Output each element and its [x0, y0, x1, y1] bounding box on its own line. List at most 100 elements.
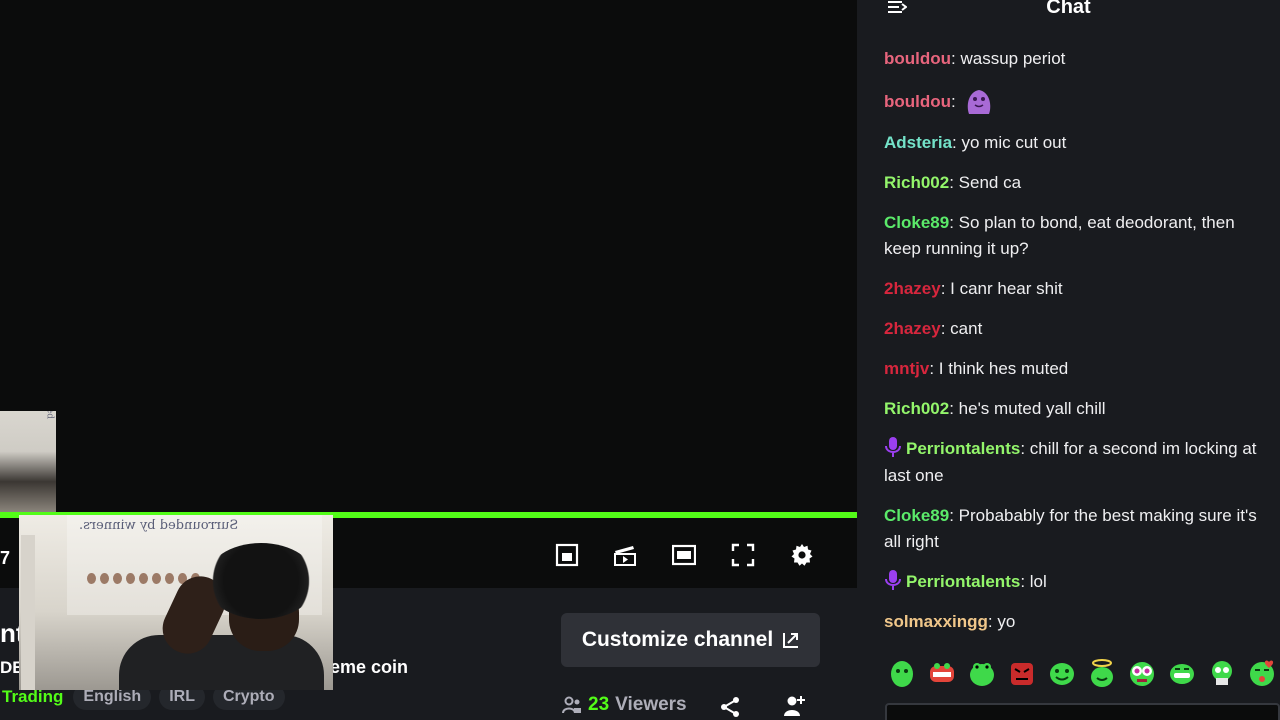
red-chomp-emote-icon [930, 663, 954, 682]
chat-username[interactable]: bouldou [884, 92, 951, 111]
fullscreen-button[interactable] [730, 542, 756, 568]
chat-username[interactable]: Rich002 [884, 399, 949, 418]
chat-separator: : [951, 92, 961, 111]
viewer-number: 23 [588, 694, 610, 715]
chat-text: yo mic cut out [961, 132, 1067, 152]
grin-emote-icon [1170, 664, 1194, 684]
chat-text: I think hes muted [938, 359, 1069, 378]
chat-username[interactable]: Perriontalents [906, 439, 1020, 458]
chat-message: bouldou: wassup periot [884, 46, 1276, 73]
chat-title: Chat [1046, 0, 1091, 18]
chat-panel: Chat bouldou: wassup periot bouldou: Adst… [857, 0, 1280, 720]
chat-username[interactable]: solmaxxingg [884, 612, 988, 631]
share-icon[interactable] [719, 696, 741, 718]
green-smile-emote-button[interactable] [1047, 657, 1077, 689]
streamer-body [119, 635, 324, 690]
kiss-emote-button[interactable] [1247, 657, 1277, 689]
fullscreen-icon [731, 543, 755, 567]
chat-username[interactable]: bouldou [884, 49, 951, 68]
chat-text: yo [997, 612, 1016, 631]
verified-mic-badge-icon [885, 570, 901, 590]
webcam-overlay: Surrounded by winners. [19, 515, 333, 690]
chat-text: Send ca [958, 172, 1022, 192]
theater-mode-icon [672, 544, 696, 566]
chat-text: wassup periot [960, 49, 1066, 68]
preview-thumbnail: Surrounded [0, 411, 56, 512]
viewer-count: 23 Viewers [562, 694, 687, 716]
pink-eyes-emote-icon [1130, 662, 1154, 686]
chat-username[interactable]: Cloke89 [884, 213, 949, 232]
viewers-icon [562, 696, 581, 714]
chat-text: he's muted yall chill [958, 399, 1106, 418]
chat-text: cant [950, 319, 983, 338]
video-player[interactable]: Surrounded [0, 0, 857, 512]
green-frog-emote-icon [970, 663, 994, 686]
chat-username[interactable]: 2hazey [884, 319, 941, 338]
chat-message: Perriontalents: lol [884, 569, 1276, 596]
red-chomp-emote-button[interactable] [927, 657, 957, 689]
chat-username[interactable]: Perriontalents [906, 572, 1020, 591]
chat-username[interactable]: mntjv [884, 359, 929, 378]
chat-message: Adsteria: yo mic cut out [884, 130, 1276, 157]
customize-channel-label: Customize channel [581, 628, 774, 651]
streamer-hair [205, 543, 317, 619]
angel-emote-icon [1091, 659, 1113, 687]
verified-mic-badge-icon [885, 437, 901, 457]
kiss-emote-icon [1250, 660, 1274, 686]
chat-separator: : [929, 359, 939, 378]
chat-message: Cloke89: Probabably for the best making … [884, 503, 1276, 556]
clip-icon [614, 546, 636, 566]
chat-message: 2hazey: cant [884, 316, 1276, 343]
angry-red-emote-icon [1011, 663, 1033, 685]
angel-emote-button[interactable] [1087, 657, 1117, 689]
chat-separator: : [949, 212, 959, 232]
chat-message: Rich002: he's muted yall chill [884, 396, 1276, 423]
banner-text: Surrounded by winners. [79, 518, 239, 533]
collapse-chat-icon[interactable] [887, 0, 907, 16]
chat-username[interactable]: Rich002 [884, 173, 949, 192]
chat-username[interactable]: 2hazey [884, 279, 941, 298]
chat-separator: : [949, 172, 959, 192]
clip-button[interactable] [612, 542, 638, 568]
chat-input[interactable] [885, 703, 1280, 720]
stream-description-end: eme coin [330, 657, 409, 677]
settings-icon [791, 544, 813, 566]
external-link-icon [783, 633, 799, 648]
chat-message: Perriontalents: chill for a second im lo… [884, 436, 1276, 489]
green-blob-emote-icon [891, 661, 913, 687]
chat-separator: : [940, 279, 951, 298]
chat-separator: : [1020, 439, 1030, 458]
viewers-label: Viewers [615, 694, 687, 715]
grin-emote-button[interactable] [1167, 657, 1197, 689]
chat-separator: : [940, 319, 951, 338]
skull-emote-button[interactable] [1207, 657, 1237, 689]
picture-in-picture-button[interactable] [554, 542, 580, 568]
chat-message: Cloke89: So plan to bond, eat deodorant,… [884, 210, 1276, 263]
customize-channel-button[interactable]: Customize channel [561, 613, 820, 667]
chat-message: mntjv: I think hes muted [884, 356, 1276, 383]
chat-message: Rich002: Send ca [884, 170, 1276, 197]
chat-separator: : [949, 399, 959, 418]
chat-username[interactable]: Cloke89 [884, 506, 949, 525]
pink-eyes-emote-button[interactable] [1127, 657, 1157, 689]
chat-text: lol [1029, 572, 1047, 591]
time-fragment: 7 [0, 548, 11, 568]
chat-message: bouldou: [884, 86, 1276, 116]
chat-message: 2hazey: I canr hear shit [884, 276, 1276, 303]
settings-button[interactable] [789, 542, 815, 568]
chat-header: Chat [857, 0, 1280, 20]
chat-text: I canr hear shit [950, 279, 1063, 298]
chat-username[interactable]: Adsteria [884, 133, 952, 152]
thumbnail-caption: Surrounded [44, 411, 54, 419]
theater-mode-button[interactable] [671, 542, 697, 568]
chat-separator: : [1020, 572, 1030, 591]
skull-emote-icon [1212, 661, 1232, 685]
purple-ghost-emote-icon [968, 90, 991, 114]
green-frog-emote-button[interactable] [967, 657, 997, 689]
chat-messages: bouldou: wassup periot bouldou: Adsteria:… [884, 46, 1276, 649]
follow-user-icon[interactable] [783, 695, 805, 717]
chat-message: solmaxxingg: yo [884, 609, 1276, 636]
chat-separator: : [949, 505, 959, 525]
green-blob-emote-button[interactable] [887, 657, 917, 689]
angry-red-emote-button[interactable] [1007, 657, 1037, 689]
